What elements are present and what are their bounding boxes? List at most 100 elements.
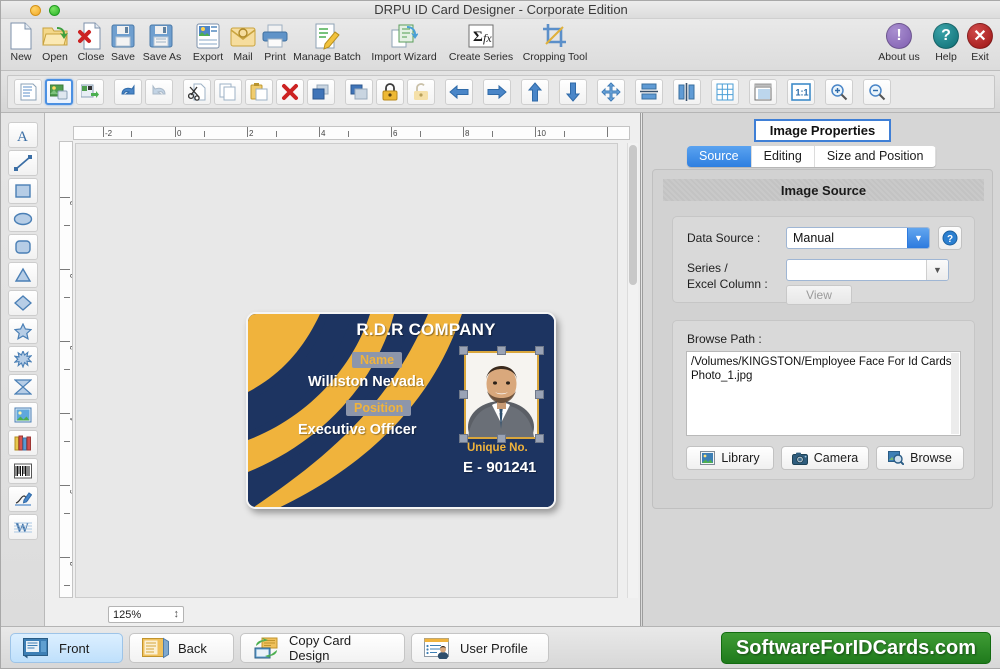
image-properties-icon[interactable] [45,79,73,105]
toolbar-manage-batch-button[interactable]: Manage Batch [289,21,365,63]
data-source-select[interactable]: Manual ▼ [786,227,930,249]
rounded-rectangle-tool[interactable] [7,234,38,260]
zoom-level-input[interactable]: 125% ↕ [108,606,184,623]
copy-card-design-button[interactable]: Copy Card Design [240,633,405,663]
toolbar-cropping-tool-label: Cropping Tool [522,51,588,63]
grid-icon[interactable] [711,79,739,105]
toolbar-import-wizard-button[interactable]: Import Wizard [365,21,443,63]
about-us-button[interactable]: ! About us [870,23,928,63]
diamond-tool[interactable] [7,290,38,316]
image-tool[interactable] [7,402,38,428]
toolbar-print-button[interactable]: Print [259,21,291,63]
zoom-out-icon[interactable] [863,79,891,105]
resize-handle-ne[interactable] [535,346,544,355]
resize-handle-sw[interactable] [459,434,468,443]
bottom-bar: Front Back Copy Card Design User Profile… [1,626,1000,668]
toolbar-save-button[interactable]: Save [107,21,139,63]
resize-handle-s[interactable] [497,434,506,443]
data-source-help-button[interactable]: ? [938,226,962,250]
copy-icon[interactable] [214,79,242,105]
align-top-icon[interactable] [521,79,549,105]
send-to-back-icon[interactable] [345,79,373,105]
chevron-down-icon[interactable]: ▼ [907,228,929,248]
zoom-stepper-icon[interactable]: ↕ [174,608,180,621]
distribute-horizontal-icon[interactable] [673,79,701,105]
page-setup-icon[interactable] [749,79,777,105]
delete-icon[interactable] [276,79,304,105]
path-scrollbar[interactable] [951,353,959,434]
toolbar-mail-button[interactable]: Mail [227,21,259,63]
barcode-tool[interactable] [7,458,38,484]
tab-size-and-position[interactable]: Size and Position [814,146,937,167]
resize-handle-w[interactable] [459,390,468,399]
back-button[interactable]: Back [129,633,234,663]
distribute-vertical-icon[interactable] [635,79,663,105]
zoom-in-icon[interactable] [825,79,853,105]
canvas-vertical-scrollbar[interactable] [627,143,638,598]
star-tool[interactable] [7,318,38,344]
bring-to-front-icon[interactable] [307,79,335,105]
browse-path-group: Browse Path : /Volumes/KINGSTON/Employee… [672,320,975,480]
exclamation-icon: ! [886,23,912,49]
text-tool[interactable]: A [7,122,38,148]
paste-icon[interactable] [245,79,273,105]
toolbar-create-series-label: Create Series [448,51,514,63]
burst-tool[interactable] [7,346,38,372]
undo-icon[interactable] [114,79,142,105]
series-column-select[interactable]: ▼ [786,259,949,281]
browse-button[interactable]: Browse [876,446,964,470]
unlock-icon[interactable] [407,79,435,105]
toolbar-open-button[interactable]: Open [38,21,72,63]
line-tool[interactable] [7,150,38,176]
toolbar-close-button[interactable]: Close [73,21,109,63]
chevron-down-icon[interactable]: ▼ [926,260,948,280]
canvas-area[interactable]: -2 0 2 4 6 8 10 -2 0 2 4 6 [45,113,641,628]
align-center-icon[interactable] [597,79,625,105]
rectangle-tool[interactable] [7,178,38,204]
ruler-v-label: 6 [69,490,72,494]
view-button[interactable]: View [786,285,852,305]
front-button[interactable]: Front [10,633,123,663]
four-point-star-tool[interactable] [7,374,38,400]
camera-button[interactable]: Camera [781,446,869,470]
redo-icon[interactable] [145,79,173,105]
toolbar-create-series-button[interactable]: Σfx Create Series [445,21,517,63]
toolbar-save-as-button[interactable]: Save As [139,21,185,63]
library-button[interactable]: Library [686,446,774,470]
tab-source[interactable]: Source [687,146,752,167]
toolbar-new-button[interactable]: New [5,21,37,63]
align-right-icon[interactable] [483,79,511,105]
actual-size-icon[interactable]: 1:1 [787,79,815,105]
scrollbar-thumb[interactable] [629,145,637,285]
properties-icon[interactable] [14,79,42,105]
cut-icon[interactable] [183,79,211,105]
browse-path-textarea[interactable]: /Volumes/KINGSTON/Employee Face For Id C… [686,351,961,436]
align-left-icon[interactable] [445,79,473,105]
watermark-tool[interactable]: W [7,514,38,540]
ellipse-tool[interactable] [7,206,38,232]
card-page[interactable]: R.D.R COMPANY Name Williston Nevada Posi… [75,143,618,598]
properties-panel: Image Properties Source Editing Size and… [642,113,1000,628]
ruler-v-label: -2 [69,200,73,208]
align-bottom-icon[interactable] [559,79,587,105]
resize-handle-nw[interactable] [459,346,468,355]
resize-handle-e[interactable] [535,390,544,399]
toolbar-cropping-tool-button[interactable]: Cropping Tool [517,21,593,63]
triangle-tool[interactable] [7,262,38,288]
card-photo[interactable] [464,351,539,439]
user-profile-button[interactable]: User Profile [411,633,549,663]
resize-handle-se[interactable] [535,434,544,443]
close-x-icon: ✕ [967,23,993,49]
tab-editing[interactable]: Editing [751,146,815,167]
resize-handle-n[interactable] [497,346,506,355]
card-back-icon [142,637,170,659]
library-tool[interactable] [7,430,38,456]
exit-button[interactable]: ✕ Exit [963,23,997,63]
image-export-icon[interactable] [76,79,104,105]
signature-tool[interactable] [7,486,38,512]
close-document-icon [73,21,109,51]
lock-icon[interactable] [376,79,404,105]
toolbar-export-button[interactable]: Export [187,21,229,63]
id-card[interactable]: R.D.R COMPANY Name Williston Nevada Posi… [246,312,556,509]
help-button[interactable]: ? Help [928,23,964,63]
